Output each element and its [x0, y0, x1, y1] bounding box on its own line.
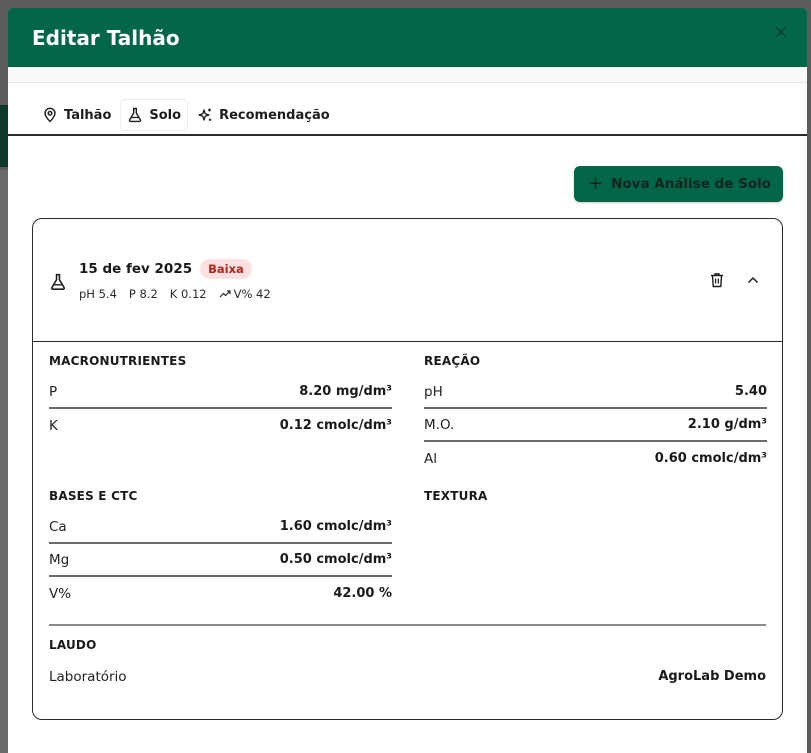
flask-icon: [50, 273, 66, 290]
row-value: 1.60 cmolc/dm³: [279, 519, 392, 534]
status-badge: Baixa: [200, 259, 252, 279]
row-label: Ca: [49, 518, 67, 535]
row-label: Laboratório: [49, 668, 127, 685]
row-value: 42.00 %: [333, 586, 392, 601]
backdrop-header: [0, 105, 8, 167]
stat-v: V% 42: [219, 287, 271, 301]
section-title: TEXTURA: [424, 489, 488, 503]
detail-row: Laboratório AgroLab Demo: [49, 660, 766, 693]
row-label: pH: [424, 383, 443, 400]
tab-solo[interactable]: Solo: [121, 100, 188, 130]
delete-analysis-button[interactable]: [706, 269, 728, 291]
row-value: 0.60 cmolc/dm³: [654, 451, 767, 466]
detail-row: K 0.12 cmolc/dm³: [49, 409, 392, 442]
analysis-date: 15 de fev 2025: [79, 261, 193, 277]
trash-icon: [711, 273, 723, 288]
chevron-up-icon: [747, 276, 759, 284]
map-pin-icon: [44, 107, 56, 123]
row-label: P: [49, 383, 58, 400]
row-value: 0.12 cmolc/dm³: [279, 418, 392, 433]
section-title: BASES E CTC: [49, 489, 138, 503]
sparkles-icon: [198, 108, 212, 121]
close-button[interactable]: [771, 22, 791, 42]
tab-label: Talhão: [64, 107, 112, 123]
row-label: M.O.: [424, 416, 455, 433]
soil-analysis-card: 15 de fev 2025 Baixa pH 5.4 P 8.2 K 0.12…: [32, 218, 783, 720]
detail-row: Mg 0.50 cmolc/dm³: [49, 544, 392, 577]
row-value: 8.20 mg/dm³: [299, 384, 392, 399]
detail-row: Ca 1.60 cmolc/dm³: [49, 511, 392, 544]
tab-bar: Talhão Solo Recomendação: [8, 83, 807, 136]
modal-header: Editar Talhão: [8, 8, 807, 67]
row-value: 5.40: [734, 384, 767, 399]
detail-row: pH 5.40: [424, 376, 767, 409]
section-title: REAÇÃO: [424, 354, 481, 368]
detail-row: V% 42.00 %: [49, 577, 392, 610]
analysis-details: MACRONUTRIENTES P 8.20 mg/dm³ K 0.12 cmo…: [33, 342, 782, 693]
detail-row: P 8.20 mg/dm³: [49, 376, 392, 409]
stat-v-label: V% 42: [233, 287, 271, 301]
section-title: LAUDO: [49, 638, 97, 652]
row-value: 2.10 g/dm³: [687, 417, 767, 432]
detail-row: M.O. 2.10 g/dm³: [424, 409, 767, 442]
bases-ctc-section: BASES E CTC Ca 1.60 cmolc/dm³ Mg 0.50 cm…: [49, 489, 392, 610]
row-label: K: [49, 417, 58, 434]
new-soil-analysis-button[interactable]: + Nova Análise de Solo: [573, 166, 783, 202]
stat-k: K 0.12: [169, 287, 207, 301]
reacao-section: REAÇÃO pH 5.40 M.O. 2.10 g/dm³ Al 0.60 c…: [424, 354, 767, 475]
row-label: Mg: [49, 551, 70, 568]
laudo-section: LAUDO Laboratório AgroLab Demo: [49, 626, 766, 693]
stat-ph: pH 5.4: [79, 287, 117, 301]
row-value: AgroLab Demo: [658, 669, 766, 684]
header-gap: [8, 67, 807, 83]
modal-title: Editar Talhão: [32, 25, 180, 50]
tab-content: + Nova Análise de Solo 15 de fev 2025 Ba…: [8, 136, 807, 720]
row-label: V%: [49, 585, 72, 602]
row-label: Al: [424, 450, 437, 467]
tab-label: Solo: [149, 107, 182, 123]
backdrop-panel: [0, 170, 8, 753]
new-soil-analysis-label: Nova Análise de Solo: [611, 176, 771, 192]
row-value: 0.50 cmolc/dm³: [279, 552, 392, 567]
tab-label: Recomendação: [219, 107, 330, 123]
section-title: MACRONUTRIENTES: [49, 354, 187, 368]
flask-icon: [129, 107, 142, 123]
textura-section: TEXTURA: [424, 489, 767, 610]
edit-field-modal: Editar Talhão Talhão Solo Recomendação +…: [8, 8, 807, 753]
tab-recomendacao[interactable]: Recomendação: [191, 100, 336, 130]
macronutrientes-section: MACRONUTRIENTES P 8.20 mg/dm³ K 0.12 cmo…: [49, 354, 392, 475]
stat-p: P 8.2: [128, 287, 158, 301]
analysis-card-header[interactable]: 15 de fev 2025 Baixa pH 5.4 P 8.2 K 0.12…: [33, 219, 782, 342]
tab-talhao[interactable]: Talhão: [36, 100, 117, 130]
detail-row: Al 0.60 cmolc/dm³: [424, 442, 767, 475]
close-icon: [775, 26, 787, 38]
plus-icon: +: [587, 173, 604, 194]
trending-up-icon: [219, 290, 231, 298]
collapse-button[interactable]: [742, 269, 764, 291]
analysis-summary: pH 5.4 P 8.2 K 0.12 V% 42: [79, 287, 706, 301]
